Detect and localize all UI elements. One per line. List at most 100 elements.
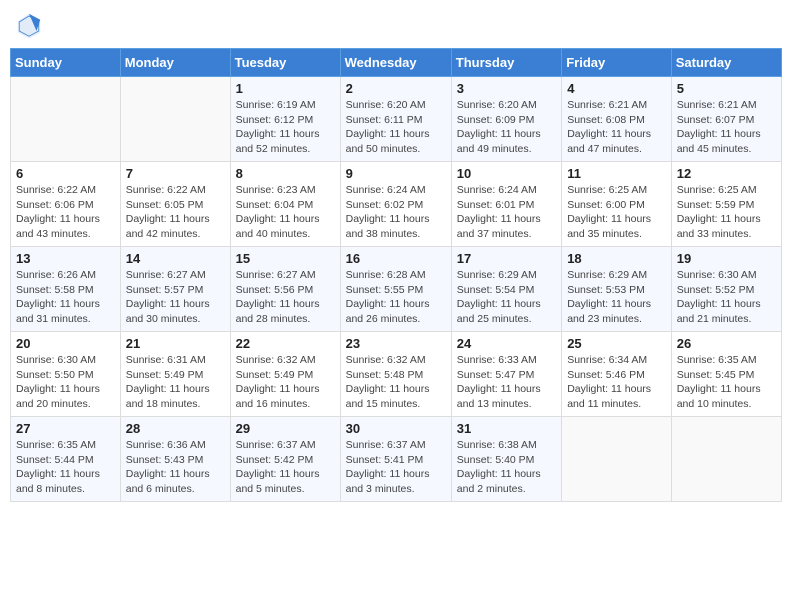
day-number: 11 [567,166,666,181]
weekday-header-tuesday: Tuesday [230,49,340,77]
day-number: 7 [126,166,225,181]
calendar-cell: 28 Sunrise: 6:36 AM Sunset: 5:43 PMDaylig… [120,417,230,502]
day-info: Sunrise: 6:24 AM Sunset: 6:02 PMDaylight… [346,183,446,242]
day-number: 12 [677,166,776,181]
day-info: Sunrise: 6:37 AM Sunset: 5:41 PMDaylight… [346,438,446,497]
day-info: Sunrise: 6:35 AM Sunset: 5:44 PMDaylight… [16,438,115,497]
calendar-week-5: 27 Sunrise: 6:35 AM Sunset: 5:44 PMDaylig… [11,417,782,502]
day-number: 14 [126,251,225,266]
day-number: 28 [126,421,225,436]
day-info: Sunrise: 6:29 AM Sunset: 5:54 PMDaylight… [457,268,556,327]
calendar-cell: 22Sunrise: 6:32 AM Sunset: 5:49 PMDaylig… [230,332,340,417]
day-info: Sunrise: 6:23 AM Sunset: 6:04 PMDaylight… [236,183,335,242]
day-number: 22 [236,336,335,351]
calendar-cell: 1 Sunrise: 6:19 AM Sunset: 6:12 PMDayligh… [230,77,340,162]
day-info: Sunrise: 6:24 AM Sunset: 6:01 PMDaylight… [457,183,556,242]
day-info: Sunrise: 6:19 AM Sunset: 6:12 PMDaylight… [236,98,335,157]
day-info: Sunrise: 6:31 AM Sunset: 5:49 PMDaylight… [126,353,225,412]
calendar-cell: 8 Sunrise: 6:23 AM Sunset: 6:04 PMDayligh… [230,162,340,247]
calendar-week-4: 20 Sunrise: 6:30 AM Sunset: 5:50 PMDaylig… [11,332,782,417]
calendar-cell: 18Sunrise: 6:29 AM Sunset: 5:53 PMDaylig… [562,247,672,332]
weekday-header-saturday: Saturday [671,49,781,77]
calendar-cell: 11 Sunrise: 6:25 AM Sunset: 6:00 PMDaylig… [562,162,672,247]
calendar-cell: 15 Sunrise: 6:27 AM Sunset: 5:56 PMDaylig… [230,247,340,332]
weekday-header-monday: Monday [120,49,230,77]
calendar-cell: 24Sunrise: 6:33 AM Sunset: 5:47 PMDaylig… [451,332,561,417]
day-number: 1 [236,81,335,96]
day-number: 8 [236,166,335,181]
weekday-header-thursday: Thursday [451,49,561,77]
calendar-cell: 9Sunrise: 6:24 AM Sunset: 6:02 PMDayligh… [340,162,451,247]
day-info: Sunrise: 6:30 AM Sunset: 5:52 PMDaylight… [677,268,776,327]
day-info: Sunrise: 6:21 AM Sunset: 6:07 PMDaylight… [677,98,776,157]
day-number: 13 [16,251,115,266]
calendar-cell: 16 Sunrise: 6:28 AM Sunset: 5:55 PMDaylig… [340,247,451,332]
calendar-body: 1 Sunrise: 6:19 AM Sunset: 6:12 PMDayligh… [11,77,782,502]
day-number: 31 [457,421,556,436]
day-info: Sunrise: 6:28 AM Sunset: 5:55 PMDaylight… [346,268,446,327]
weekday-row: SundayMondayTuesdayWednesdayThursdayFrid… [11,49,782,77]
logo-icon [14,10,44,40]
calendar-cell: 31 Sunrise: 6:38 AM Sunset: 5:40 PMDaylig… [451,417,561,502]
day-number: 25 [567,336,666,351]
calendar-week-2: 6 Sunrise: 6:22 AM Sunset: 6:06 PMDayligh… [11,162,782,247]
calendar-cell: 13 Sunrise: 6:26 AM Sunset: 5:58 PMDaylig… [11,247,121,332]
calendar-cell: 30Sunrise: 6:37 AM Sunset: 5:41 PMDaylig… [340,417,451,502]
calendar-cell [11,77,121,162]
page-header [10,10,782,40]
day-number: 2 [346,81,446,96]
calendar-table: SundayMondayTuesdayWednesdayThursdayFrid… [10,48,782,502]
day-info: Sunrise: 6:21 AM Sunset: 6:08 PMDaylight… [567,98,666,157]
day-info: Sunrise: 6:20 AM Sunset: 6:11 PMDaylight… [346,98,446,157]
weekday-header-wednesday: Wednesday [340,49,451,77]
calendar-cell: 29 Sunrise: 6:37 AM Sunset: 5:42 PMDaylig… [230,417,340,502]
day-info: Sunrise: 6:29 AM Sunset: 5:53 PMDaylight… [567,268,666,327]
day-info: Sunrise: 6:35 AM Sunset: 5:45 PMDaylight… [677,353,776,412]
calendar-cell: 21Sunrise: 6:31 AM Sunset: 5:49 PMDaylig… [120,332,230,417]
calendar-cell: 14 Sunrise: 6:27 AM Sunset: 5:57 PMDaylig… [120,247,230,332]
day-info: Sunrise: 6:20 AM Sunset: 6:09 PMDaylight… [457,98,556,157]
day-info: Sunrise: 6:37 AM Sunset: 5:42 PMDaylight… [236,438,335,497]
day-number: 20 [16,336,115,351]
day-number: 27 [16,421,115,436]
day-number: 15 [236,251,335,266]
calendar-cell: 17 Sunrise: 6:29 AM Sunset: 5:54 PMDaylig… [451,247,561,332]
day-info: Sunrise: 6:22 AM Sunset: 6:06 PMDaylight… [16,183,115,242]
logo [14,10,48,40]
day-info: Sunrise: 6:27 AM Sunset: 5:57 PMDaylight… [126,268,225,327]
day-number: 19 [677,251,776,266]
day-info: Sunrise: 6:22 AM Sunset: 6:05 PMDaylight… [126,183,225,242]
day-info: Sunrise: 6:36 AM Sunset: 5:43 PMDaylight… [126,438,225,497]
day-number: 4 [567,81,666,96]
day-info: Sunrise: 6:25 AM Sunset: 6:00 PMDaylight… [567,183,666,242]
calendar-cell: 2 Sunrise: 6:20 AM Sunset: 6:11 PMDayligh… [340,77,451,162]
day-info: Sunrise: 6:27 AM Sunset: 5:56 PMDaylight… [236,268,335,327]
calendar-cell [120,77,230,162]
day-info: Sunrise: 6:25 AM Sunset: 5:59 PMDaylight… [677,183,776,242]
day-info: Sunrise: 6:34 AM Sunset: 5:46 PMDaylight… [567,353,666,412]
calendar-cell [562,417,672,502]
calendar-cell: 23Sunrise: 6:32 AM Sunset: 5:48 PMDaylig… [340,332,451,417]
calendar-cell: 7 Sunrise: 6:22 AM Sunset: 6:05 PMDayligh… [120,162,230,247]
day-info: Sunrise: 6:26 AM Sunset: 5:58 PMDaylight… [16,268,115,327]
calendar-cell: 5 Sunrise: 6:21 AM Sunset: 6:07 PMDayligh… [671,77,781,162]
calendar-cell: 4 Sunrise: 6:21 AM Sunset: 6:08 PMDayligh… [562,77,672,162]
calendar-cell: 26Sunrise: 6:35 AM Sunset: 5:45 PMDaylig… [671,332,781,417]
day-number: 6 [16,166,115,181]
calendar-cell: 6 Sunrise: 6:22 AM Sunset: 6:06 PMDayligh… [11,162,121,247]
day-number: 5 [677,81,776,96]
day-info: Sunrise: 6:38 AM Sunset: 5:40 PMDaylight… [457,438,556,497]
weekday-header-sunday: Sunday [11,49,121,77]
calendar-cell: 27 Sunrise: 6:35 AM Sunset: 5:44 PMDaylig… [11,417,121,502]
calendar-cell [671,417,781,502]
day-info: Sunrise: 6:32 AM Sunset: 5:48 PMDaylight… [346,353,446,412]
day-number: 29 [236,421,335,436]
calendar-cell: 25 Sunrise: 6:34 AM Sunset: 5:46 PMDaylig… [562,332,672,417]
day-number: 16 [346,251,446,266]
calendar-cell: 10 Sunrise: 6:24 AM Sunset: 6:01 PMDaylig… [451,162,561,247]
day-number: 10 [457,166,556,181]
calendar-week-3: 13 Sunrise: 6:26 AM Sunset: 5:58 PMDaylig… [11,247,782,332]
day-number: 17 [457,251,556,266]
day-info: Sunrise: 6:30 AM Sunset: 5:50 PMDaylight… [16,353,115,412]
calendar-header: SundayMondayTuesdayWednesdayThursdayFrid… [11,49,782,77]
